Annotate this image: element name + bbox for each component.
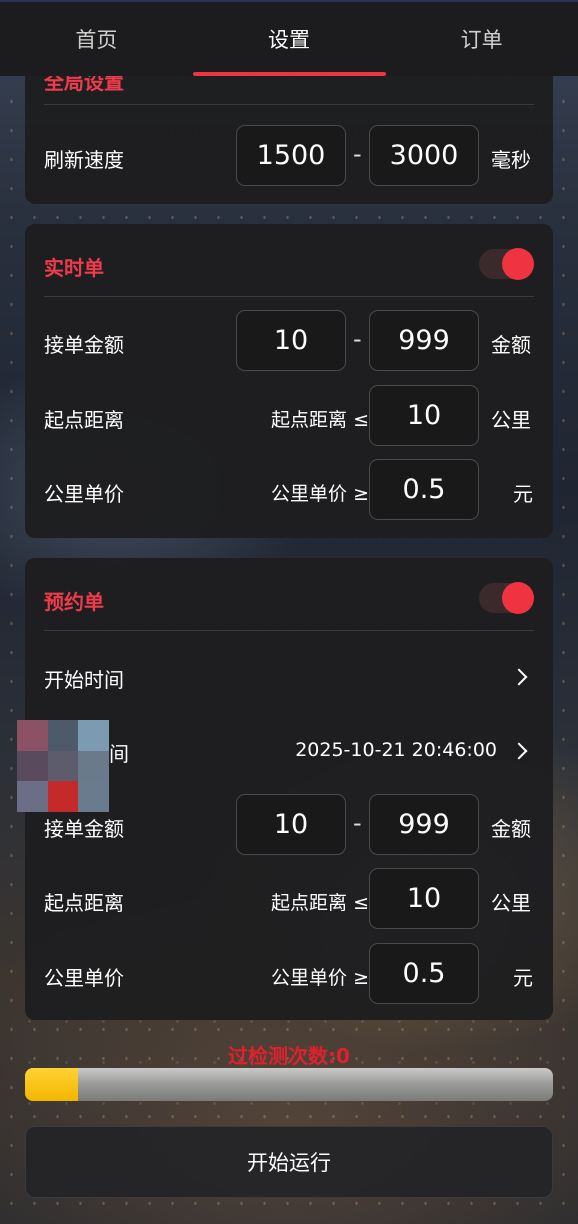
reservation-price-input[interactable]: 0.5 [369,943,479,1004]
progress-fill [25,1068,78,1101]
reservation-distance-prefix: 起点距离 ≤ [271,892,369,914]
realtime-toggle[interactable] [479,248,534,280]
tab-orders-label: 订单 [460,28,503,52]
mosaic-tile [17,781,48,812]
tab-home-label: 首页 [75,28,118,52]
reservation-amount-max-input[interactable]: 999 [369,794,479,855]
start-run-button[interactable]: 开始运行 [25,1126,553,1198]
realtime-distance-unit: 公里 [491,408,531,432]
mosaic-tile [47,781,79,812]
realtime-amount-unit: 金额 [491,333,531,357]
reservation-toggle[interactable] [479,582,534,614]
reservation-price-label: 公里单价 [44,966,124,990]
start-run-label: 开始运行 [247,1151,331,1175]
chevron-right-icon [510,742,528,760]
mosaic-tile [78,781,109,812]
realtime-price-label: 公里单价 [44,482,124,506]
reservation-price-prefix: 公里单价 ≥ [271,967,369,989]
start-time-label: 开始时间 [44,668,124,692]
realtime-distance-prefix: 起点距离 ≤ [271,409,369,431]
reservation-amount-label: 接单金额 [44,817,124,841]
realtime-price-input[interactable]: 0.5 [369,459,479,520]
realtime-order-card: 实时单 接单金额 10 - 999 金额 起点距离 起点距离 ≤ 10 公里 公… [25,224,553,538]
divider [44,104,534,105]
mosaic-tile [78,750,109,782]
refresh-speed-label: 刷新速度 [44,148,124,172]
tab-home[interactable]: 首页 [0,2,193,76]
mosaic-tile [17,750,48,782]
check-counter-text: 过检测次数:0 [228,1044,350,1068]
realtime-amount-min-input[interactable]: 10 [236,310,346,371]
tab-settings[interactable]: 设置 [192,2,386,76]
range-dash: - [353,809,362,837]
mosaic-tile [47,720,79,751]
realtime-title: 实时单 [44,256,104,280]
realtime-amount-max-input[interactable]: 999 [369,310,479,371]
reservation-distance-unit: 公里 [491,891,531,915]
mosaic-tile [47,750,79,782]
reservation-title: 预约单 [44,590,104,614]
reservation-distance-label: 起点距离 [44,891,124,915]
realtime-distance-input[interactable]: 10 [369,385,479,446]
chevron-right-icon [510,668,528,686]
reservation-amount-unit: 金额 [491,817,531,841]
end-time-label: 间 [109,742,129,766]
refresh-unit: 毫秒 [491,148,531,172]
refresh-min-input[interactable]: 1500 [236,125,346,186]
realtime-amount-label: 接单金额 [44,333,124,357]
end-time-value: 2025-10-21 20:46:00 [295,739,497,761]
mosaic-tile [17,720,48,751]
realtime-price-unit: 元 [513,482,533,506]
pixelated-overlay [17,720,109,812]
progress-bar [25,1068,553,1101]
mosaic-tile [78,720,109,751]
start-time-row[interactable]: 开始时间 [25,644,553,708]
refresh-max-input[interactable]: 3000 [369,125,479,186]
range-dash: - [353,140,362,168]
realtime-price-prefix: 公里单价 ≥ [271,483,369,505]
tab-settings-label: 设置 [268,28,310,52]
reservation-price-unit: 元 [513,966,533,990]
tab-orders[interactable]: 订单 [385,2,578,76]
divider [44,630,534,631]
reservation-distance-input[interactable]: 10 [369,868,479,929]
top-tab-bar: 首页 设置 订单 [0,0,578,76]
range-dash: - [353,325,362,353]
divider [44,296,534,297]
reservation-amount-min-input[interactable]: 10 [236,794,346,855]
realtime-distance-label: 起点距离 [44,408,124,432]
